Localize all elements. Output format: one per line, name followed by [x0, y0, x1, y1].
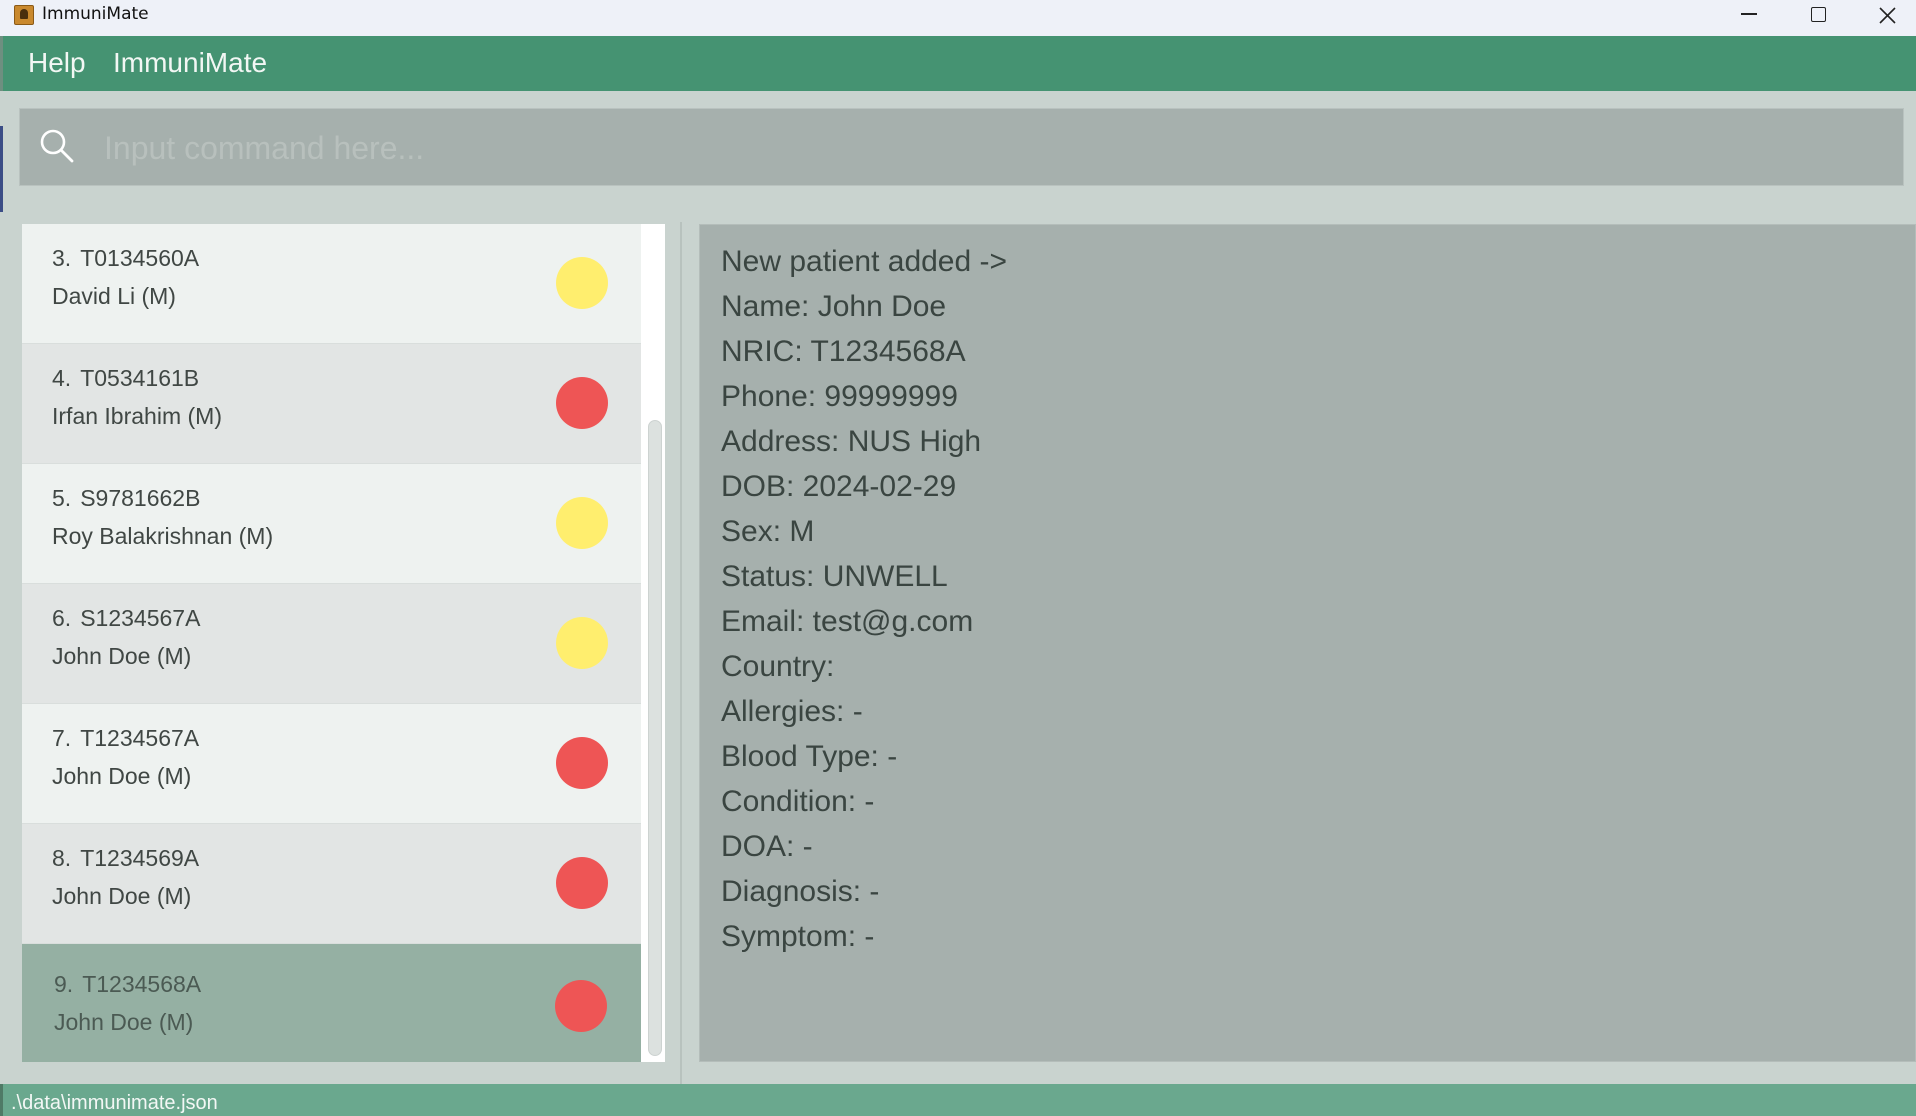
result-text: New patient added -> Name: John Doe NRIC: … [721, 239, 1007, 959]
maximize-button[interactable] [1782, 0, 1852, 36]
result-line: DOB: 2024-02-29 [721, 470, 957, 503]
patient-nric: T1234569A [80, 845, 200, 871]
result-line: Sex: M [721, 515, 815, 548]
title-bar: ImmuniMate [0, 0, 1916, 36]
result-line: Country: [721, 650, 835, 683]
patient-name: David Li (M) [52, 283, 176, 309]
menu-immunimate[interactable]: ImmuniMate [113, 47, 267, 79]
patient-index-nric: 7. T1234567A [52, 725, 199, 752]
status-indicator-red [555, 980, 607, 1032]
patient-name: John Doe (M) [52, 643, 192, 669]
patient-name: Irfan Ibrahim (M) [52, 403, 222, 429]
result-display: New patient added -> Name: John Doe NRIC: … [699, 224, 1916, 1062]
patient-nric: T1234568A [82, 971, 202, 997]
result-line: Symptom: - [721, 920, 875, 953]
result-line: DOA: - [721, 830, 813, 863]
status-indicator-red [556, 737, 608, 789]
search-icon [40, 129, 74, 163]
patient-index-nric: 8. T1234569A [52, 845, 199, 872]
patient-index: 3. [52, 245, 72, 271]
result-line: Condition: - [721, 785, 875, 818]
patient-index: 6. [52, 605, 72, 631]
patient-nric: T1234567A [80, 725, 200, 751]
result-line: Blood Type: - [721, 740, 898, 773]
patient-name: John Doe (M) [54, 1009, 194, 1035]
patient-card[interactable]: 3. T0134560A David Li (M) [22, 224, 641, 344]
minimize-button[interactable] [1712, 0, 1782, 36]
menu-bar: Help ImmuniMate [0, 36, 1916, 91]
window-edge-accent [0, 126, 3, 212]
split-divider[interactable] [680, 222, 682, 1084]
patient-card[interactable]: 4. T0534161B Irfan Ibrahim (M) [22, 344, 641, 464]
patient-index: 9. [54, 971, 74, 997]
close-button[interactable] [1852, 0, 1916, 36]
status-indicator-yellow [556, 257, 608, 309]
patient-card[interactable]: 7. T1234567A John Doe (M) [22, 704, 641, 824]
window-title: ImmuniMate [42, 4, 149, 24]
result-line: Address: NUS High [721, 425, 982, 458]
patient-nric: S9781662B [80, 485, 201, 511]
patient-name: Roy Balakrishnan (M) [52, 523, 274, 549]
command-box [19, 108, 1904, 186]
status-indicator-red [556, 857, 608, 909]
result-line: Phone: 99999999 [721, 380, 958, 413]
patient-index-nric: 9. T1234568A [54, 971, 201, 998]
patient-index-nric: 4. T0534161B [52, 365, 199, 392]
patient-index: 7. [52, 725, 72, 751]
result-line: Allergies: - [721, 695, 863, 728]
status-bar: .\data\immunimate.json [0, 1084, 1916, 1116]
result-line: New patient added -> [721, 245, 1008, 278]
status-indicator-yellow [556, 617, 608, 669]
result-line: Status: UNWELL [721, 560, 948, 593]
result-line: Email: test@g.com [721, 605, 974, 638]
patient-index: 8. [52, 845, 72, 871]
result-line: Name: John Doe [721, 290, 947, 323]
patient-nric: S1234567A [80, 605, 201, 631]
status-indicator-red [556, 377, 608, 429]
patient-name: John Doe (M) [52, 883, 192, 909]
patient-card[interactable]: 8. T1234569A John Doe (M) [22, 824, 641, 944]
result-line: Diagnosis: - [721, 875, 880, 908]
close-icon [1879, 7, 1896, 24]
patient-card[interactable]: 6. S1234567A John Doe (M) [22, 584, 641, 704]
patient-list: 3. T0134560A David Li (M) 4. T0534161B Irfan … [22, 224, 665, 1062]
menu-help[interactable]: Help [28, 47, 86, 79]
patient-name: John Doe (M) [52, 763, 192, 789]
patient-list-items: 3. T0134560A David Li (M) 4. T0534161B Irfan … [22, 224, 641, 1062]
status-indicator-yellow [556, 497, 608, 549]
patient-index-nric: 5. S9781662B [52, 485, 200, 512]
patient-card[interactable]: 9. T1234568A John Doe (M) [22, 944, 641, 1062]
patient-card[interactable]: 5. S9781662B Roy Balakrishnan (M) [22, 464, 641, 584]
scrollbar-thumb[interactable] [648, 420, 662, 1056]
command-input[interactable] [102, 123, 1886, 173]
patient-index: 4. [52, 365, 72, 391]
contact-book-icon [14, 5, 34, 25]
patient-index-nric: 6. S1234567A [52, 605, 200, 632]
result-line: NRIC: T1234568A [721, 335, 966, 368]
patient-index: 5. [52, 485, 72, 511]
data-file-path: .\data\immunimate.json [11, 1092, 218, 1114]
patient-index-nric: 3. T0134560A [52, 245, 199, 272]
patient-nric: T0134560A [80, 245, 200, 271]
patient-nric: T0534161B [80, 365, 200, 391]
